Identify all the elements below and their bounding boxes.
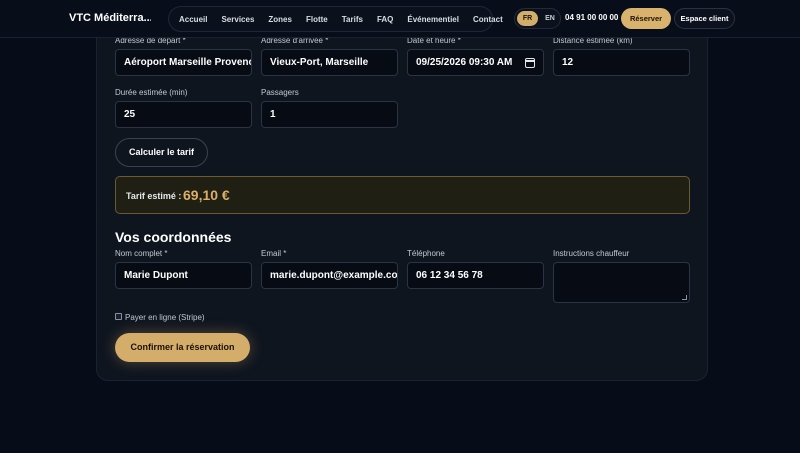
lang-fr-button[interactable]: FR bbox=[517, 11, 538, 26]
nav-evenementiel[interactable]: Événementiel bbox=[407, 15, 459, 24]
confirm-booking-button[interactable]: Confirmer la réservation bbox=[115, 333, 250, 362]
distance-input[interactable]: 12 bbox=[553, 49, 690, 76]
brand-logo[interactable]: VTC Méditerra... bbox=[69, 12, 151, 24]
estimated-fare-box: Tarif estimé : 69,10 € bbox=[115, 176, 690, 214]
email-label: Email * bbox=[261, 249, 287, 258]
lang-en-button[interactable]: EN bbox=[541, 11, 559, 26]
duree-input[interactable]: 25 bbox=[115, 101, 252, 128]
instructions-textarea[interactable] bbox=[553, 262, 690, 303]
nav-tarifs[interactable]: Tarifs bbox=[342, 15, 363, 24]
duree-label: Durée estimée (min) bbox=[115, 88, 188, 97]
nav-services[interactable]: Services bbox=[221, 15, 254, 24]
contact-section-title: Vos coordonnées bbox=[115, 229, 232, 245]
nom-label: Nom complet * bbox=[115, 249, 168, 258]
reserve-button[interactable]: Réserver bbox=[621, 8, 671, 29]
nav-faq[interactable]: FAQ bbox=[377, 15, 393, 24]
stripe-checkbox[interactable] bbox=[115, 313, 122, 320]
passagers-input[interactable]: 1 bbox=[261, 101, 398, 128]
passagers-label: Passagers bbox=[261, 88, 299, 97]
datetime-value: 09/25/2026 09:30 AM bbox=[416, 57, 513, 68]
estimated-fare-value: 69,10 € bbox=[183, 187, 230, 203]
resize-handle-icon[interactable] bbox=[682, 295, 687, 300]
arrivee-input[interactable]: Vieux-Port, Marseille bbox=[261, 49, 398, 76]
nav-zones[interactable]: Zones bbox=[268, 15, 292, 24]
calendar-icon[interactable] bbox=[525, 58, 535, 68]
estimated-fare-label: Tarif estimé : bbox=[126, 191, 182, 201]
language-switcher: FR EN bbox=[514, 8, 561, 29]
nav-accueil[interactable]: Accueil bbox=[179, 15, 207, 24]
nav-flotte[interactable]: Flotte bbox=[306, 15, 328, 24]
client-area-button[interactable]: Espace client bbox=[674, 8, 735, 29]
depart-input[interactable]: Aéroport Marseille Provence bbox=[115, 49, 252, 76]
nom-input[interactable]: Marie Dupont bbox=[115, 262, 252, 289]
tel-input[interactable]: 06 12 34 56 78 bbox=[407, 262, 544, 289]
instructions-label: Instructions chauffeur bbox=[553, 249, 630, 258]
site-header: VTC Méditerra... Accueil Services Zones … bbox=[0, 0, 800, 38]
phone-number[interactable]: 04 91 00 00 00 bbox=[565, 13, 618, 22]
main-nav: Accueil Services Zones Flotte Tarifs FAQ… bbox=[168, 6, 503, 32]
nav-contact[interactable]: Contact bbox=[473, 15, 503, 24]
calculate-fare-button[interactable]: Calculer le tarif bbox=[115, 138, 208, 167]
datetime-input[interactable]: 09/25/2026 09:30 AM bbox=[407, 49, 544, 76]
email-input[interactable]: marie.dupont@example.com bbox=[261, 262, 398, 289]
stripe-checkbox-label[interactable]: Payer en ligne (Stripe) bbox=[125, 313, 205, 322]
tel-label: Téléphone bbox=[407, 249, 445, 258]
